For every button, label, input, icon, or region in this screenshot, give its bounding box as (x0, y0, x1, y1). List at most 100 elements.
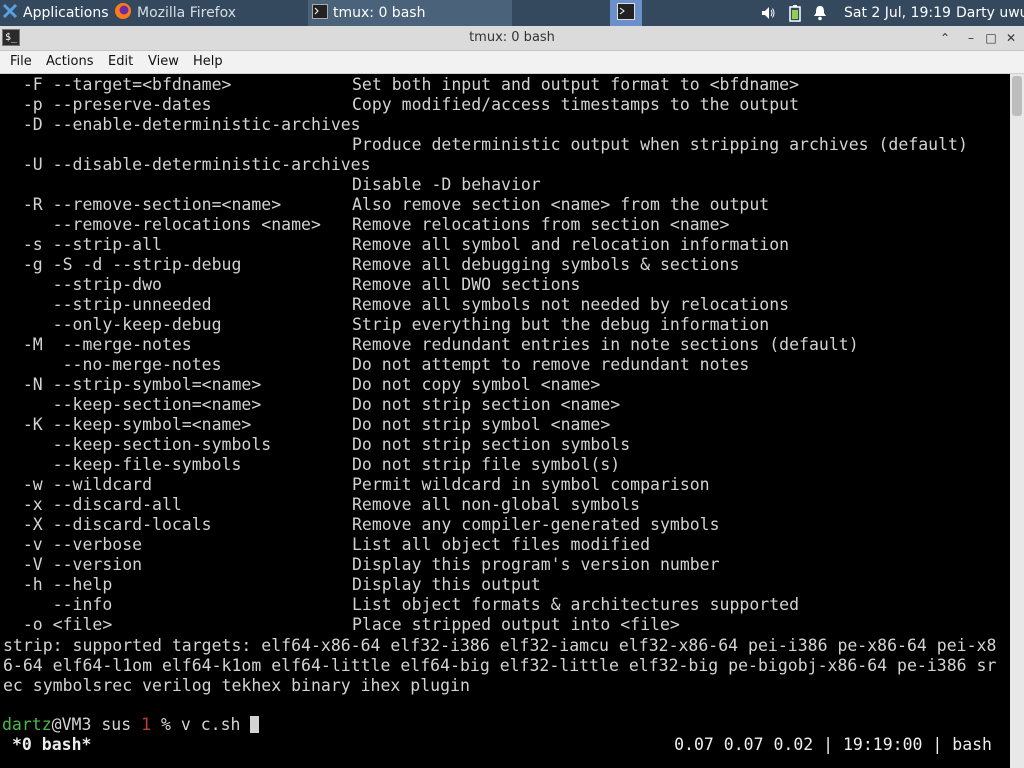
option-description: Remove all symbols not needed by relocat… (352, 295, 790, 314)
prompt-symbol: % (151, 715, 181, 734)
applications-menu-button[interactable]: Applications (0, 0, 110, 26)
menu-edit[interactable]: Edit (108, 51, 133, 73)
option-flags: -x --discard-all (3, 495, 182, 514)
help-row: -g -S -d --strip-debug Remove all debuggi… (3, 255, 1007, 275)
option-flags: -D --enable-deterministic-archives (3, 115, 361, 134)
option-description: Remove all symbol and relocation informa… (352, 235, 790, 254)
option-description: Display this program's version number (352, 555, 720, 574)
option-description: Also remove section <name> from the outp… (352, 195, 770, 214)
help-row: -D --enable-deterministic-archives (3, 115, 1007, 135)
help-row: --strip-dwo Remove all DWO sections (3, 275, 1007, 295)
help-row: --info List object formats & architecture… (3, 595, 1007, 615)
option-flags: --strip-dwo (3, 275, 162, 294)
window-title: tmux: 0 bash (469, 30, 555, 45)
taskbar-item-label: Mozilla Firefox (137, 5, 237, 21)
help-row: -x --discard-all Remove all non-global sy… (3, 495, 1007, 515)
option-flags: --keep-section=<name> (3, 395, 262, 414)
option-description: Set both input and output format to <bfd… (352, 75, 800, 94)
terminal-area[interactable]: -F --target=<bfdname> Set both input and … (0, 74, 1010, 768)
menu-file[interactable]: File (10, 51, 32, 73)
battery-icon[interactable] (786, 0, 804, 26)
option-description: Do not strip file symbol(s) (352, 455, 621, 474)
help-row: --remove-relocations <name> Remove reloca… (3, 215, 1007, 235)
help-row: -o <file> Place stripped output into <fil… (3, 615, 1007, 635)
option-flags: -p --preserve-dates (3, 95, 212, 114)
help-row: --strip-unneeded Remove all symbols not n… (3, 295, 1007, 315)
shade-window-icon[interactable]: ⌃ (936, 29, 954, 47)
help-row: -U --disable-deterministic-archives (3, 155, 1007, 175)
option-flags: -F --target=<bfdname> (3, 75, 232, 94)
option-flags: -M --merge-notes (3, 335, 192, 354)
option-description: Place stripped output into <file> (352, 615, 680, 634)
menu-actions[interactable]: Actions (46, 51, 94, 73)
help-row: --keep-section-symbols Do not strip secti… (3, 435, 1007, 455)
option-flags: -K --keep-symbol=<name> (3, 415, 252, 434)
prompt-host: @VM3 sus (51, 715, 142, 734)
option-flags: -U --disable-deterministic-archives (3, 155, 371, 174)
option-description: Do not strip section symbols (352, 435, 631, 454)
close-window-icon[interactable]: ✕ (1002, 29, 1020, 47)
user-menu[interactable]: Darty uwu (956, 0, 1024, 26)
option-description: Do not attempt to remove redundant notes (352, 355, 750, 374)
help-row: -M --merge-notes Remove redundant entries… (3, 335, 1007, 355)
option-description: Remove relocations from section <name> (352, 215, 730, 234)
help-row: -v --verbose List all object files modifi… (3, 535, 1007, 555)
command-input[interactable]: v c.sh (181, 715, 251, 734)
help-row: -X --discard-locals Remove any compiler-g… (3, 515, 1007, 535)
help-row: -V --version Display this program's versi… (3, 555, 1007, 575)
option-description: Remove redundant entries in note section… (352, 335, 859, 354)
scrollbar-thumb[interactable] (1012, 76, 1022, 116)
help-row: -p --preserve-dates Copy modified/access … (3, 95, 1007, 115)
option-description: Remove any compiler-generated symbols (352, 515, 720, 534)
option-flags: -s --strip-all (3, 235, 162, 254)
notification-bell-icon[interactable] (810, 0, 830, 26)
option-flags: -o <file> (3, 615, 113, 634)
prompt-exit-status: 1 (141, 715, 152, 734)
option-flags: --keep-file-symbols (3, 455, 242, 474)
help-row: -F --target=<bfdname> Set both input and … (3, 75, 1007, 95)
option-flags: -g -S -d --strip-debug (3, 255, 242, 274)
terminal-icon (312, 3, 328, 23)
help-row: Disable -D behavior (3, 175, 1007, 195)
xfce-logo-icon (2, 3, 18, 23)
option-flags: -X --discard-locals (3, 515, 212, 534)
taskbar-item-firefox[interactable]: Mozilla Firefox (110, 0, 310, 26)
option-flags: -h --help (3, 575, 113, 594)
option-flags: --info (3, 595, 113, 614)
help-row: --only-keep-debug Strip everything but th… (3, 315, 1007, 335)
option-description: Copy modified/access timestamps to the o… (352, 95, 800, 114)
option-flags: --keep-section-symbols (3, 435, 272, 454)
terminal-scrollbar[interactable] (1010, 74, 1024, 768)
firefox-icon (114, 2, 132, 24)
volume-icon[interactable] (758, 0, 778, 26)
option-description: Disable -D behavior (352, 175, 541, 194)
menu-bar: File Actions Edit View Help (0, 51, 1024, 74)
option-flags: --remove-relocations <name> (3, 215, 321, 234)
workspace-terminal-button[interactable] (610, 0, 642, 26)
panel-clock[interactable]: Sat 2 Jul, 19:19 (844, 0, 954, 26)
option-description: Permit wildcard in symbol comparison (352, 475, 710, 494)
tmux-window-name[interactable]: *0 bash* (12, 734, 91, 756)
targets-line: 6-64 elf64-l1om elf64-k1om elf64-little … (3, 656, 997, 675)
top-panel: Applications Mozilla Firefox tmux: 0 bas… (0, 0, 1024, 26)
menu-view[interactable]: View (148, 51, 179, 73)
option-description: Display this output (352, 575, 541, 594)
prompt-user: dartz (2, 715, 52, 734)
option-flags: -v --verbose (3, 535, 143, 554)
help-row: -R --remove-section=<name> Also remove se… (3, 195, 1007, 215)
taskbar-item-tmux[interactable]: tmux: 0 bash (308, 0, 512, 26)
help-row: -h --help Display this output (3, 575, 1007, 595)
option-description: Produce deterministic output when stripp… (352, 135, 968, 154)
option-flags: --strip-unneeded (3, 295, 212, 314)
tmux-status-right: 0.07 0.07 0.02 | 19:19:00 | bash (674, 735, 992, 754)
shell-prompt-line[interactable]: dartz@VM3 sus 1 % v c.sh (2, 715, 1006, 735)
minimize-window-icon[interactable]: – (962, 29, 980, 47)
option-description: Strip everything but the debug informati… (352, 315, 770, 334)
help-row: -K --keep-symbol=<name> Do not strip symb… (3, 415, 1007, 435)
targets-line: strip: supported targets: elf64-x86-64 e… (3, 636, 997, 655)
window-titlebar[interactable]: $_ tmux: 0 bash ⌃ – □ ✕ (0, 26, 1024, 51)
help-row: --no-merge-notes Do not attempt to remove… (3, 355, 1007, 375)
maximize-window-icon[interactable]: □ (982, 29, 1000, 47)
menu-help[interactable]: Help (193, 51, 223, 73)
applications-label: Applications (23, 5, 109, 21)
